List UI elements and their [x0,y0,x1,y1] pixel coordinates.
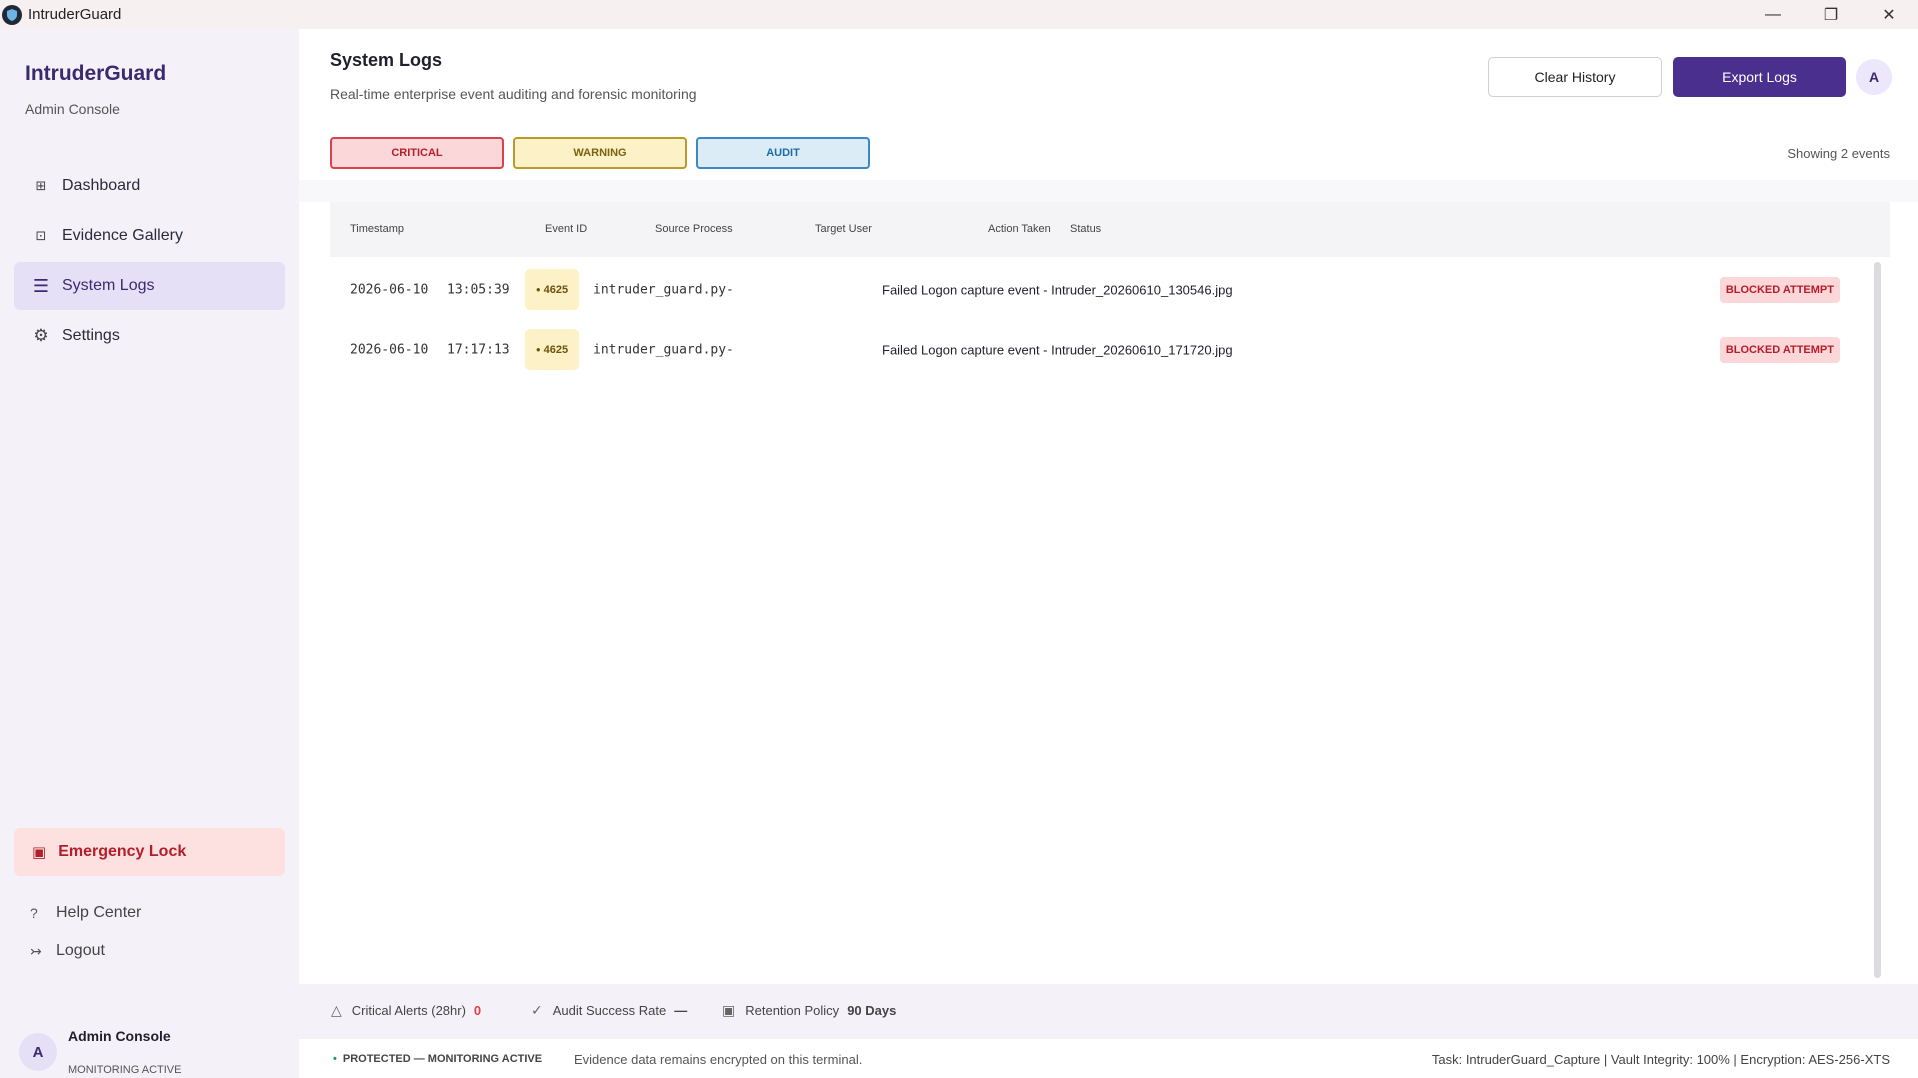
row-date: 2026-06-10 [350,282,429,297]
status-footer: • PROTECTED — MONITORING ACTIVE Evidence … [299,1039,1918,1078]
status-dot-icon: • [333,1053,337,1065]
logout-label: Logout [56,942,105,959]
sidebar-item-label: Settings [62,327,120,344]
row-source: intruder_guard.py- [593,342,734,357]
lock-icon: ▣ [32,844,47,861]
restore-icon[interactable]: ❐ [1802,0,1860,29]
critical-alerts-value: 0 [473,1003,482,1018]
header-source-process: Source Process [655,223,733,235]
help-icon: ? [30,905,38,921]
stats-bar: △ Critical Alerts (28hr) 0 ✓ Audit Succe… [299,984,1918,1039]
sidebar: IntruderGuard Admin Console ⊞ Dashboard … [0,29,299,1078]
status-badge: BLOCKED ATTEMPT [1719,277,1840,303]
window-title: IntruderGuard [28,6,122,23]
avatar[interactable]: A [19,1033,57,1071]
sidebar-item-system-logs[interactable]: ☰ System Logs [14,262,285,310]
logout-link[interactable]: ↣ Logout [30,942,105,960]
header-target-user: Target User [815,223,872,235]
header-status: Status [1070,223,1102,235]
filter-warning-button[interactable]: WARNING [513,137,687,169]
protection-status: • PROTECTED — MONITORING ACTIVE [333,1053,542,1065]
table-row[interactable]: 2026-06-10 13:05:39 ● 4625 intruder_guar… [330,267,1860,312]
brand-title: IntruderGuard [25,62,167,85]
sidebar-item-evidence-gallery[interactable]: ⊡ Evidence Gallery [14,212,285,260]
critical-alerts-label: Critical Alerts (28hr) [351,1003,466,1018]
user-avatar[interactable]: A [1856,59,1892,95]
filter-critical-button[interactable]: CRITICAL [330,137,504,169]
help-center-link[interactable]: ? Help Center [30,904,141,922]
app-shield-icon [2,4,22,25]
emergency-lock-button[interactable]: ▣ Emergency Lock [14,828,285,876]
critical-alerts-stat: △ Critical Alerts (28hr) 0 [331,1002,481,1019]
sidebar-item-label: System Logs [62,277,155,294]
dot-icon: ● [535,285,541,294]
protection-status-label: PROTECTED — MONITORING ACTIVE [342,1053,543,1065]
row-time: 17:17:13 [447,342,510,357]
sidebar-item-label: Evidence Gallery [62,227,183,244]
row-action: Failed Logon capture event - Intruder_20… [882,282,1233,297]
event-id-badge: ● 4625 [525,329,579,370]
status-badge: BLOCKED ATTEMPT [1719,337,1840,363]
close-icon[interactable]: ✕ [1860,0,1918,29]
system-meta: Task: IntruderGuard_Capture | Vault Inte… [1431,1052,1890,1067]
help-center-label: Help Center [56,904,142,921]
table-row[interactable]: 2026-06-10 17:17:13 ● 4625 intruder_guar… [330,327,1860,372]
table-header: Timestamp Event ID Source Process Target… [330,202,1890,257]
gallery-icon: ⊡ [35,228,47,243]
profile-status: MONITORING ACTIVE [68,1064,182,1076]
row-time: 13:05:39 [447,282,510,297]
page-subtitle: Real-time enterprise event auditing and … [330,86,697,102]
profile-name: Admin Console [68,1028,171,1044]
audit-success-label: Audit Success Rate [552,1003,667,1018]
brand-subtitle: Admin Console [25,101,120,117]
row-action: Failed Logon capture event - Intruder_20… [882,342,1233,357]
table-scrollbar[interactable] [1874,262,1881,978]
minimize-icon[interactable]: — [1744,0,1802,29]
row-source: intruder_guard.py- [593,282,734,297]
logout-icon: ↣ [30,942,42,959]
grid-icon: ⊞ [35,178,47,193]
calendar-icon: ▣ [722,1002,736,1018]
title-bar: IntruderGuard — ❐ ✕ [0,0,1918,29]
event-id-value: 4625 [543,343,569,356]
header-timestamp: Timestamp [350,223,404,235]
clear-history-button[interactable]: Clear History [1488,57,1662,97]
export-logs-button[interactable]: Export Logs [1673,57,1846,97]
list-icon: ☰ [32,275,50,296]
check-icon: ✓ [531,1002,543,1018]
filter-audit-button[interactable]: AUDIT [696,137,870,169]
emergency-lock-label: Emergency Lock [58,843,187,860]
retention-policy-stat: ▣ Retention Policy 90 Days [722,1002,896,1019]
logs-table: Timestamp Event ID Source Process Target… [330,202,1890,984]
audit-success-stat: ✓ Audit Success Rate — [531,1002,687,1019]
section-divider [299,180,1918,202]
warning-triangle-icon: △ [331,1002,342,1018]
row-date: 2026-06-10 [350,342,429,357]
retention-policy-value: 90 Days [847,1003,897,1018]
audit-success-value: — [674,1003,688,1018]
retention-policy-label: Retention Policy [745,1003,840,1018]
dot-icon: ● [535,345,541,354]
sidebar-item-dashboard[interactable]: ⊞ Dashboard [14,162,285,210]
header-event-id: Event ID [545,223,588,235]
event-id-badge: ● 4625 [525,269,579,310]
gear-icon: ⚙ [33,326,49,345]
event-count: Showing 2 events [1787,146,1890,161]
header-action-taken: Action Taken [988,223,1051,235]
sidebar-item-settings[interactable]: ⚙ Settings [14,312,285,360]
event-id-value: 4625 [543,283,569,296]
page-title: System Logs [330,50,443,70]
encryption-message: Evidence data remains encrypted on this … [574,1052,863,1067]
sidebar-item-label: Dashboard [62,177,141,194]
